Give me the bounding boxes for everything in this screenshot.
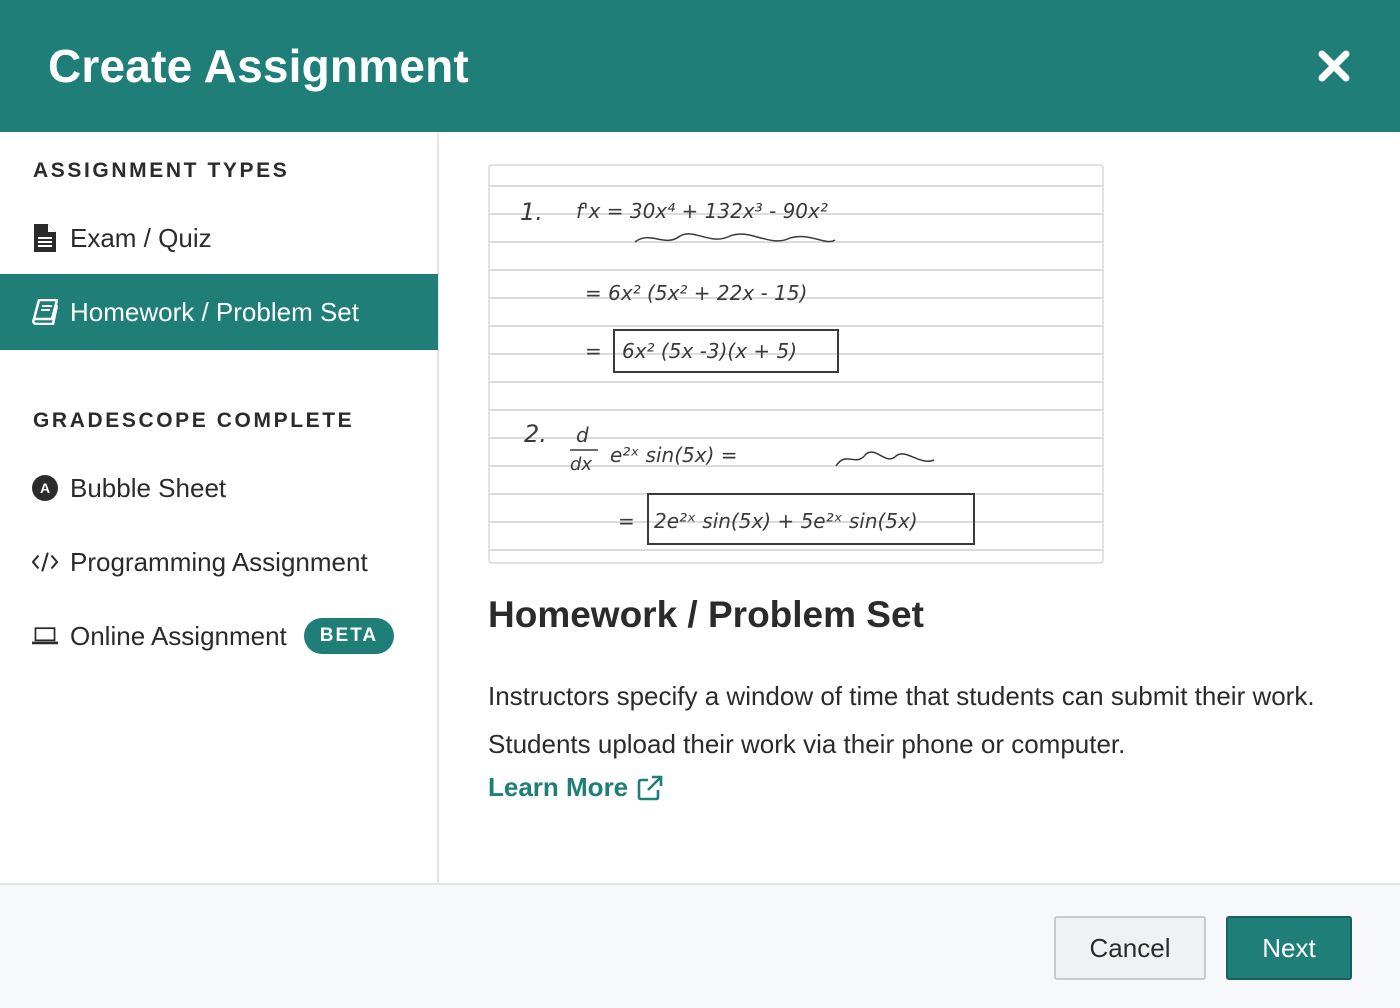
preview-line-4-number: 2. (524, 420, 547, 448)
sidebar-item-label: Exam / Quiz (70, 222, 212, 253)
assignment-types-heading: ASSIGNMENT TYPES (33, 159, 290, 182)
preview-line-5: 2e²ˣ sin(5x) + 5e²ˣ sin(5x) (654, 509, 918, 533)
book-icon (32, 298, 58, 326)
sidebar-item-label: Bubble Sheet (70, 472, 227, 503)
next-button[interactable]: Next (1226, 916, 1352, 980)
modal-header: Create Assignment (0, 0, 1400, 132)
close-button[interactable] (1314, 46, 1354, 86)
modal-footer: Cancel Next (0, 883, 1400, 1008)
preview-line-5-equals: = (618, 509, 635, 533)
cancel-button[interactable]: Cancel (1054, 916, 1206, 980)
sidebar-item-label: Programming Assignment (70, 546, 368, 577)
sidebar-item-programming[interactable]: Programming Assignment (0, 524, 438, 600)
code-icon (32, 548, 58, 576)
sidebar-item-label: Homework / Problem Set (70, 296, 359, 327)
detail-description: Instructors specify a window of time tha… (488, 681, 1315, 759)
modal-title: Create Assignment (48, 40, 469, 92)
sidebar-item-bubble-sheet[interactable]: A Bubble Sheet (0, 450, 438, 526)
learn-more-label: Learn More (488, 772, 629, 802)
sidebar-item-label: Online Assignment (70, 620, 287, 651)
preview-line-1: f'x = 30x⁴ + 132x³ - 90x² (576, 199, 828, 223)
preview-line-3-equals: = (585, 339, 602, 363)
learn-more-link[interactable]: Learn More (488, 772, 664, 803)
svg-text:A: A (40, 480, 50, 496)
assignment-detail-panel: 1. f'x = 30x⁴ + 132x³ - 90x² = 6x² (5x² … (440, 132, 1400, 883)
bubble-a-icon: A (32, 474, 58, 502)
preview-line-2: = 6x² (5x² + 22x - 15) (585, 281, 807, 305)
preview-line-1-number: 1. (520, 198, 543, 226)
handwritten-homework-illustration: 1. f'x = 30x⁴ + 132x³ - 90x² = 6x² (5x² … (490, 185, 1102, 551)
preview-derivative-d: d (576, 423, 589, 447)
external-link-icon (637, 775, 663, 800)
sidebar-item-online[interactable]: Online Assignment BETA (0, 598, 438, 674)
beta-badge: BETA (303, 618, 395, 654)
detail-title: Homework / Problem Set (488, 594, 924, 635)
sidebar-item-homework[interactable]: Homework / Problem Set (0, 274, 438, 350)
preview-derivative-dx: dx (570, 454, 592, 475)
document-icon (32, 224, 58, 252)
homework-preview-image: 1. f'x = 30x⁴ + 132x³ - 90x² = 6x² (5x² … (488, 164, 1104, 564)
gradescope-complete-heading: GRADESCOPE COMPLETE (33, 409, 355, 432)
sidebar-item-exam-quiz[interactable]: Exam / Quiz (0, 200, 438, 276)
preview-line-3: 6x² (5x -3)(x + 5) (622, 339, 797, 363)
close-icon (1318, 50, 1350, 82)
assignment-type-sidebar: ASSIGNMENT TYPES Exam / Quiz Homework / … (0, 132, 439, 883)
preview-line-4: e²ˣ sin(5x) = (610, 443, 738, 467)
laptop-icon (32, 622, 58, 650)
